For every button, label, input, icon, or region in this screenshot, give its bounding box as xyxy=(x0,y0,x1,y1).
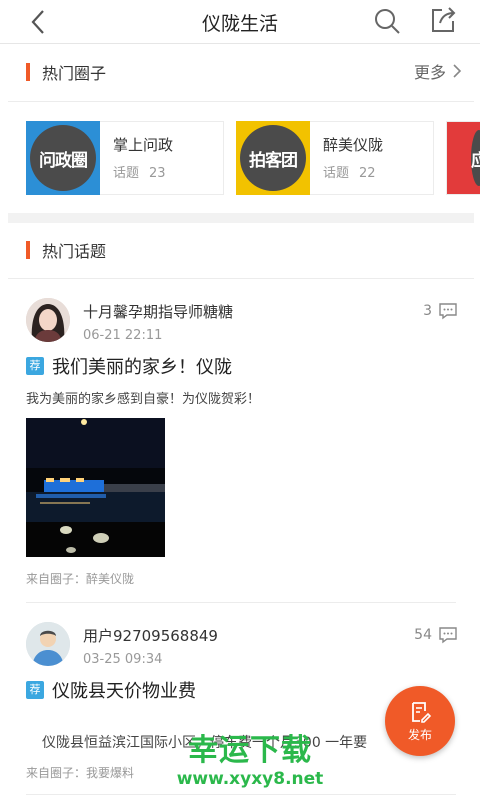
circle-name: 掌上问政 xyxy=(113,136,174,154)
divider xyxy=(8,101,474,102)
hot-topics-header: 热门话题 xyxy=(0,223,480,279)
circle-meta: 话题 22 xyxy=(323,162,376,181)
hot-circles-header: 热门圈子 更多 xyxy=(0,45,480,101)
circle-badge: 拍客团 xyxy=(240,125,306,191)
circle-thumbnail: 应 xyxy=(447,122,480,194)
circle-name: 醉美仪陇 xyxy=(323,136,384,154)
comment-count[interactable]: 3 xyxy=(423,302,458,320)
more-button[interactable]: 更多 xyxy=(414,59,462,83)
recommend-badge: 荐 xyxy=(26,681,44,699)
circle-meta: 话题 23 xyxy=(113,162,166,181)
compose-icon[interactable] xyxy=(428,5,458,35)
avatar[interactable] xyxy=(26,622,70,666)
post-image[interactable] xyxy=(26,418,165,557)
avatar[interactable] xyxy=(26,298,70,342)
post-body: 我为美丽的家乡感到自豪！为仪陇贺彩！ xyxy=(26,392,261,407)
circle-card-partial[interactable]: 应 xyxy=(446,121,480,195)
more-label: 更多 xyxy=(413,63,446,82)
post-time: 03-25 09:34 xyxy=(83,652,163,667)
circle-card[interactable]: 问政圈 掌上问政 话题 23 xyxy=(26,121,224,195)
search-icon[interactable] xyxy=(372,6,402,36)
post-time: 06-21 22:11 xyxy=(83,328,163,343)
comment-count-value: 54 xyxy=(414,627,432,643)
topic-label: 话题 xyxy=(113,166,140,181)
circle-card[interactable]: 拍客团 醉美仪陇 话题 22 xyxy=(236,121,434,195)
divider xyxy=(26,794,456,795)
watermark: 幸运下载 www.xyxy8.net xyxy=(175,734,325,790)
post-title[interactable]: 我们美丽的家乡！仪陇 xyxy=(52,353,232,379)
post-author[interactable]: 十月馨孕期指导师糖糖 xyxy=(83,301,233,322)
watermark-title: 幸运下载 xyxy=(188,733,312,768)
section-gap xyxy=(8,213,474,223)
post-source-circle[interactable]: 来自圈子：我要爆料 xyxy=(26,764,134,781)
chevron-right-icon xyxy=(453,64,462,78)
divider xyxy=(26,602,456,603)
publish-button[interactable]: 发布 xyxy=(385,686,455,756)
post-author[interactable]: 用户92709568849 xyxy=(83,625,218,646)
topic-count: 22 xyxy=(359,166,376,181)
topic-label: 话题 xyxy=(323,166,350,181)
comment-count-value: 3 xyxy=(423,303,432,319)
section-accent-bar xyxy=(26,241,30,259)
circle-badge: 应 xyxy=(471,130,480,186)
post-title[interactable]: 仪陇县天价物业费 xyxy=(52,677,196,703)
post-source-circle[interactable]: 来自圈子：醉美仪陇 xyxy=(26,570,134,587)
section-accent-bar xyxy=(26,63,30,81)
publish-label: 发布 xyxy=(407,727,432,742)
edit-icon xyxy=(412,701,432,723)
comment-icon xyxy=(439,627,457,644)
topic-count: 23 xyxy=(149,166,166,181)
circle-thumbnail: 拍客团 xyxy=(236,121,310,195)
nav-bar: 仪陇生活 xyxy=(0,0,480,44)
watermark-url: www.xyxy8.net xyxy=(176,769,324,789)
circle-thumbnail: 问政圈 xyxy=(26,121,100,195)
divider xyxy=(8,278,474,279)
hot-circles-title: 热门圈子 xyxy=(42,64,107,83)
comment-count[interactable]: 54 xyxy=(414,626,458,644)
hot-topics-title: 热门话题 xyxy=(42,242,107,261)
recommend-badge: 荐 xyxy=(26,357,44,375)
comment-icon xyxy=(439,303,457,320)
page-title: 仪陇生活 xyxy=(201,13,278,35)
circle-badge: 问政圈 xyxy=(30,125,96,191)
